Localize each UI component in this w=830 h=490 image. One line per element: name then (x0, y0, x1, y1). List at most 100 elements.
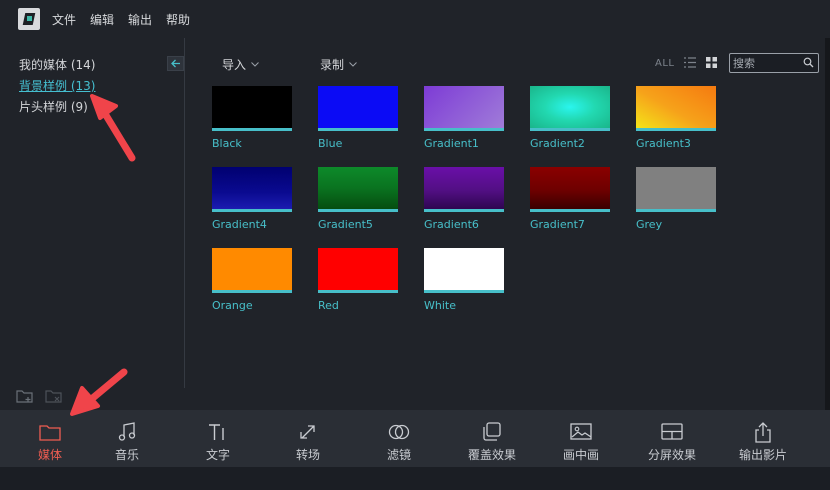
collapse-panel-button[interactable] (167, 56, 184, 71)
library-item-count: (13) (70, 79, 96, 93)
list-view-icon[interactable] (684, 57, 696, 68)
filter-icon (388, 424, 410, 440)
import-label: 导入 (222, 58, 247, 72)
thumbnail (318, 167, 398, 212)
grid-view-icon[interactable] (706, 57, 717, 68)
bottom-toolbar: 媒体 音乐 文字 转场 滤镜 覆盖效果 画中画 分屏效果 输出影片 (0, 410, 830, 467)
thumbnail (212, 167, 292, 212)
library-item-count: (14) (70, 58, 96, 72)
thumbnail (424, 86, 504, 131)
transition-icon (300, 425, 315, 439)
tool-pip-button[interactable]: 画中画 (551, 410, 611, 467)
picture-in-picture-icon (570, 423, 592, 440)
tool-filter-button[interactable]: 滤镜 (369, 410, 429, 467)
media-tile-gradient2[interactable]: Gradient2 (530, 86, 610, 150)
tile-label: Grey (636, 218, 663, 231)
media-tile-gradient4[interactable]: Gradient4 (212, 167, 292, 231)
thumbnail (212, 86, 292, 131)
music-note-icon (118, 422, 136, 441)
overlay-icon (483, 422, 501, 441)
library-item-label: 片头样例 (19, 100, 68, 114)
media-tile-grey[interactable]: Grey (636, 167, 716, 231)
media-area: 导入 录制 ALL Black Blue Gradient1 Gradient2… (185, 38, 830, 410)
library-item-intro-samples[interactable]: 片头样例 (9) (19, 98, 88, 115)
tool-label: 媒体 (37, 448, 62, 462)
tile-label: Orange (212, 299, 253, 312)
tool-transition-button[interactable]: 转场 (278, 410, 338, 467)
tile-label: Gradient4 (212, 218, 267, 231)
app-logo-icon (18, 8, 40, 30)
tool-label: 分屏效果 (647, 448, 696, 462)
thumbnail (636, 86, 716, 131)
tool-label: 覆盖效果 (467, 448, 516, 462)
thumbnail (318, 248, 398, 293)
media-tile-gradient5[interactable]: Gradient5 (318, 167, 398, 231)
tile-label: Gradient5 (318, 218, 373, 231)
delete-folder-icon[interactable] (45, 388, 63, 404)
thumbnail (636, 167, 716, 212)
tool-overlay-button[interactable]: 覆盖效果 (460, 410, 524, 467)
tool-label: 转场 (295, 448, 320, 462)
tile-label: Red (318, 299, 339, 312)
tile-label: Gradient2 (530, 137, 585, 150)
tool-music-button[interactable]: 音乐 (97, 410, 157, 467)
tool-split-screen-button[interactable]: 分屏效果 (640, 410, 704, 467)
library-item-background-samples[interactable]: 背景样例 (13) (19, 77, 95, 94)
media-tile-black[interactable]: Black (212, 86, 292, 150)
tile-label: Gradient1 (424, 137, 479, 150)
library-item-my-media[interactable]: 我的媒体 (14) (19, 56, 95, 73)
arrow-left-icon (170, 59, 180, 68)
tile-label: White (424, 299, 456, 312)
thumbnail (318, 86, 398, 131)
chevron-down-icon (349, 62, 357, 67)
menu-bar: 文件 编辑 输出 帮助 (0, 0, 830, 38)
record-label: 录制 (320, 58, 345, 72)
tool-label: 音乐 (114, 448, 139, 462)
tile-label: Gradient6 (424, 218, 479, 231)
media-tile-white[interactable]: White (424, 248, 504, 312)
tile-label: Black (212, 137, 242, 150)
scrollbar[interactable] (825, 38, 830, 410)
record-dropdown[interactable]: 录制 (320, 56, 357, 73)
menu-help[interactable]: 帮助 (166, 11, 190, 28)
menu-file[interactable]: 文件 (52, 11, 76, 28)
search-icon[interactable] (803, 57, 814, 68)
thumbnail (424, 167, 504, 212)
tile-label: Gradient7 (530, 218, 585, 231)
split-screen-icon (661, 423, 683, 440)
tool-export-button[interactable]: 输出影片 (731, 410, 795, 467)
timeline-toolbar-strip (0, 467, 830, 490)
media-tile-orange[interactable]: Orange (212, 248, 292, 312)
thumbnail (212, 248, 292, 293)
tool-label: 输出影片 (738, 448, 787, 462)
media-tile-gradient1[interactable]: Gradient1 (424, 86, 504, 150)
library-panel: 我的媒体 (14) 背景样例 (13) 片头样例 (9) (0, 38, 185, 410)
tile-label: Gradient3 (636, 137, 691, 150)
thumbnail (424, 248, 504, 293)
text-icon (209, 424, 224, 440)
media-tile-red[interactable]: Red (318, 248, 398, 312)
tool-label: 画中画 (562, 448, 599, 462)
menu-export[interactable]: 输出 (128, 11, 152, 28)
media-tile-gradient7[interactable]: Gradient7 (530, 167, 610, 231)
tool-media-button[interactable]: 媒体 (20, 410, 80, 467)
tile-label: Blue (318, 137, 343, 150)
media-tile-gradient6[interactable]: Gradient6 (424, 167, 504, 231)
tool-text-button[interactable]: 文字 (188, 410, 248, 467)
media-tile-blue[interactable]: Blue (318, 86, 398, 150)
menu-edit[interactable]: 编辑 (90, 11, 114, 28)
library-item-label: 背景样例 (19, 79, 68, 93)
export-icon (755, 421, 771, 443)
thumbnail (530, 86, 610, 131)
add-folder-icon[interactable] (16, 388, 34, 404)
tool-label: 文字 (205, 448, 230, 462)
media-tile-gradient3[interactable]: Gradient3 (636, 86, 716, 150)
import-dropdown[interactable]: 导入 (222, 56, 259, 73)
filter-all-button[interactable]: ALL (655, 58, 674, 69)
search-box (729, 53, 819, 73)
library-item-label: 我的媒体 (19, 58, 68, 72)
folder-icon (39, 424, 61, 441)
search-input[interactable] (733, 56, 799, 70)
chevron-down-icon (251, 62, 259, 67)
thumbnail (530, 167, 610, 212)
